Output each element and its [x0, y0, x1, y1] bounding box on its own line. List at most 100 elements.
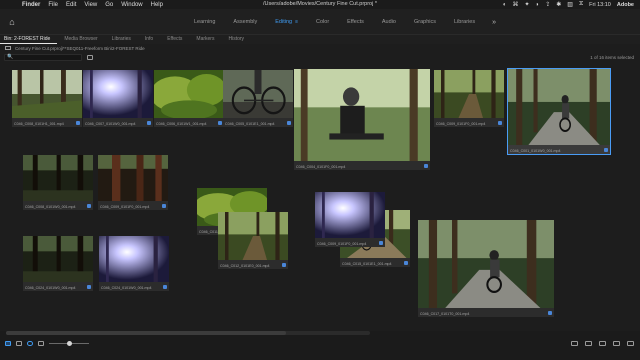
menu-help[interactable]: Help	[151, 2, 163, 8]
clip-name: C046_C024_0101W0_001.mp4	[101, 286, 152, 290]
search-input[interactable]	[14, 55, 80, 60]
clip-thumbnail[interactable]	[83, 70, 153, 118]
clip-name: C046_C001_0101W0_001.mp4	[510, 149, 561, 153]
clip-type-icon	[548, 311, 552, 315]
horizontal-scrollbar[interactable]	[6, 331, 370, 335]
clip-thumbnail[interactable]	[218, 212, 288, 260]
tray-icon-3[interactable]: ✦	[525, 1, 530, 8]
tab-effects[interactable]: Effects	[160, 35, 189, 44]
zoom-slider[interactable]	[49, 341, 89, 346]
freeform-canvas[interactable]: C046_C008_0101H1_001.mp4 C046_C007_0101W0…	[0, 63, 640, 331]
tray-icon-1[interactable]: ◐	[503, 2, 507, 8]
workspace-tab-effects[interactable]: Effects	[338, 19, 373, 25]
clip-type-icon	[87, 285, 91, 289]
menu-go[interactable]: Go	[105, 2, 113, 8]
clip-thumbnail[interactable]	[23, 236, 93, 282]
clip-thumbnail[interactable]	[12, 70, 82, 118]
clip-card[interactable]: C046_C001_0101W0_001.mp4	[507, 68, 611, 155]
workspace-bar: ⌂ Learning Assembly Editing ≡ Color Effec…	[0, 9, 640, 35]
user-name[interactable]: Adobe	[617, 2, 634, 8]
find-icon[interactable]	[585, 341, 592, 346]
menu-finder[interactable]: Finder	[22, 2, 40, 8]
tab-info[interactable]: Info	[138, 35, 160, 44]
clip-thumbnail[interactable]	[223, 70, 293, 118]
clip-type-icon	[163, 285, 167, 289]
tray-icon-4[interactable]: ◗	[536, 2, 540, 8]
clip-thumbnail[interactable]	[508, 69, 610, 145]
more-workspaces-icon[interactable]: »	[484, 19, 496, 26]
list-view-icon[interactable]	[16, 341, 22, 346]
new-item-icon[interactable]	[613, 341, 620, 346]
wifi-icon[interactable]: ✱	[556, 1, 561, 8]
clip-name: C046_C004_0101F0_001.mp4	[296, 165, 346, 169]
tab-bin-forest-ride[interactable]: Bin: 2-FOREST Ride	[0, 35, 58, 44]
home-icon[interactable]: ⌂	[7, 17, 17, 27]
menu-edit[interactable]: Edit	[66, 2, 76, 8]
clip-name: C046_C009_0101F0_001.mp4	[436, 122, 486, 126]
clip-type-icon	[87, 204, 91, 208]
clock[interactable]: Fri 13:10	[589, 2, 611, 8]
tab-libraries[interactable]: Libraries	[105, 35, 138, 44]
workspace-tab-audio[interactable]: Audio	[373, 19, 405, 25]
freeform-view-icon[interactable]	[27, 341, 33, 346]
clip-card[interactable]: C046_C009_0101F0_001.mp4	[315, 192, 385, 247]
selection-status: 1 of 16 items selected	[590, 55, 634, 60]
bottom-bar	[0, 331, 640, 360]
clip-name: C046_C015_0101E1_001.mp4	[342, 262, 392, 266]
clip-thumbnail[interactable]	[23, 155, 93, 201]
search-box[interactable]: 🔍	[4, 54, 82, 61]
clip-thumbnail[interactable]	[98, 155, 168, 201]
icon-view-icon[interactable]	[38, 341, 44, 346]
clip-thumbnail[interactable]	[294, 69, 430, 161]
tab-history[interactable]: History	[221, 35, 251, 44]
clip-card[interactable]: C046_C008_0101W0_001.mp4	[23, 155, 93, 210]
clip-card[interactable]: C046_C024_0101W0_001.mp4	[23, 236, 93, 291]
battery-icon[interactable]: ▥	[567, 1, 573, 8]
clip-thumbnail[interactable]	[315, 192, 385, 238]
clip-type-icon	[604, 148, 608, 152]
workspace-tab-color[interactable]: Color	[307, 19, 338, 25]
new-bin-button-icon[interactable]	[599, 341, 606, 346]
tray-icon-2[interactable]: ⌘	[513, 1, 519, 8]
panel-tabs: Bin: 2-FOREST Ride Media Browser Librari…	[0, 35, 640, 44]
clip-name: C046_C017_0101T0_001.mp4	[420, 312, 470, 316]
workspace-menu-icon[interactable]: ≡	[295, 19, 298, 25]
tab-markers[interactable]: Markers	[189, 35, 221, 44]
clip-thumbnail[interactable]	[99, 236, 169, 282]
clip-name: C046_C009_0101F0_001.mp4	[100, 205, 150, 209]
clip-name: C046_C024_0101W0_001.mp4	[25, 286, 76, 290]
clip-card[interactable]: C046_C006_0101W1_001.mp4	[154, 70, 224, 127]
workspace-tab-learning[interactable]: Learning	[185, 19, 224, 25]
clip-name: C046_C012_0101E0_001.mp4	[220, 264, 270, 268]
clip-card[interactable]: C046_C009_0101F0_001.mp4	[98, 155, 168, 210]
clip-card[interactable]: C046_C024_0101W0_001.mp4	[99, 236, 169, 291]
workspace-tab-graphics[interactable]: Graphics	[405, 19, 445, 25]
clip-card[interactable]: C046_C008_0101H1_001.mp4	[12, 70, 82, 127]
lock-icon[interactable]	[5, 341, 11, 346]
clip-card[interactable]: C046_C009_0101F0_001.mp4	[434, 70, 504, 127]
clip-thumbnail[interactable]	[418, 220, 554, 308]
workspace-tab-editing[interactable]: Editing ≡	[266, 19, 307, 25]
clip-card[interactable]: C046_C004_0101F0_001.mp4	[294, 69, 430, 170]
trash-icon[interactable]	[627, 341, 634, 346]
zoom-knob[interactable]	[66, 341, 72, 346]
workspace-tab-libraries[interactable]: Libraries	[445, 19, 484, 25]
clip-card[interactable]: C046_C017_0101T0_001.mp4	[418, 220, 554, 317]
clip-card[interactable]: C046_C005_0101E1_001.mp4	[223, 70, 293, 127]
clip-thumbnail[interactable]	[154, 70, 224, 118]
workspace-tab-assembly[interactable]: Assembly	[224, 19, 266, 25]
clip-type-icon	[424, 164, 428, 168]
automate-to-sequence-icon[interactable]	[571, 341, 578, 346]
clip-name: C046_C007_0101W0_001.mp4	[85, 122, 136, 126]
menu-view[interactable]: View	[84, 2, 97, 8]
new-bin-icon[interactable]	[87, 55, 93, 60]
tray-icon-5[interactable]: ⇪	[545, 1, 550, 8]
clip-card[interactable]: C046_C007_0101W0_001.mp4	[83, 70, 153, 127]
clip-thumbnail[interactable]	[434, 70, 504, 118]
tab-media-browser[interactable]: Media Browser	[57, 35, 104, 44]
clip-card[interactable]: C046_C012_0101E0_001.mp4	[218, 212, 288, 269]
menu-window[interactable]: Window	[121, 2, 142, 8]
time-icon[interactable]: ⧖	[579, 1, 583, 8]
scrollbar-thumb[interactable]	[6, 331, 286, 335]
menu-file[interactable]: File	[48, 2, 58, 8]
